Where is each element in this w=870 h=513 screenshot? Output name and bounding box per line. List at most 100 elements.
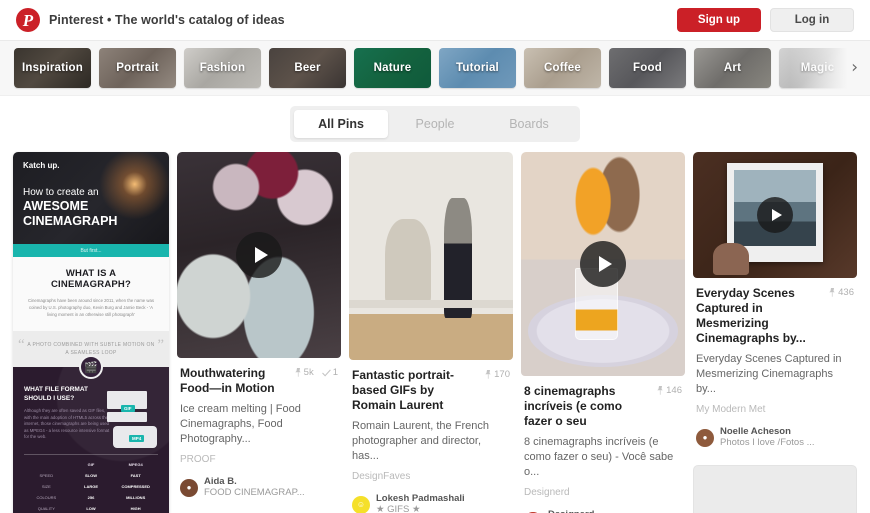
like-check-icon <box>321 369 331 377</box>
tab-all-pins[interactable]: All Pins <box>294 110 388 138</box>
avatar[interactable]: ● <box>696 428 714 447</box>
category-tile-beer[interactable]: Beer <box>269 48 346 88</box>
pin-thumbnail[interactable] <box>349 152 513 360</box>
infographic-hero-line1: How to create an <box>23 187 99 198</box>
user-board[interactable]: FOOD CINEMAGRAP... <box>204 487 305 499</box>
table-cell: LOW <box>86 505 96 511</box>
sign-up-button[interactable]: Sign up <box>677 8 761 32</box>
user-name[interactable]: Noelle Acheson <box>720 426 815 437</box>
pin-source[interactable]: DesignFaves <box>352 471 510 482</box>
pin-card[interactable]: 8 cinemagraphs incríveis (e como fazer o… <box>521 152 685 513</box>
category-tile-inspiration[interactable]: Inspiration <box>14 48 91 88</box>
pin-stats: 5k 1 <box>294 366 338 378</box>
pin-meta: Everyday Scenes Captured in Mesmerizing … <box>693 278 857 455</box>
pin-title[interactable]: 8 cinemagraphs incríveis (e como fazer o… <box>524 384 651 429</box>
portrait-shadow <box>385 218 431 306</box>
film-badge-icon: 🎬 <box>79 355 103 379</box>
play-triangle <box>598 256 612 272</box>
log-in-button[interactable]: Log in <box>770 8 854 32</box>
pin-title-row: Fantastic portrait-based GIFs by Romain … <box>352 368 510 413</box>
pin-thumbnail[interactable] <box>521 152 685 376</box>
pin-title-row: 8 cinemagraphs incríveis (e como fazer o… <box>524 384 682 429</box>
brand[interactable]: P Pinterest • The world's catalog of ide… <box>16 8 285 32</box>
pin-stats: 436 <box>829 286 854 298</box>
pin-source[interactable]: Designerd <box>524 487 682 498</box>
infographic-band-text: But first... <box>80 247 102 254</box>
pin-card-infographic[interactable]: Katch up. How to create an AWESOME CINEM… <box>13 152 169 513</box>
pin-user[interactable]: ● Aida B. FOOD CINEMAGRAP... <box>180 476 338 499</box>
tab-boards[interactable]: Boards <box>482 110 576 138</box>
infographic-hero-line3: CINEMAGRAPH <box>23 214 118 228</box>
pin-meta: Fantastic portrait-based GIFs by Romain … <box>349 360 513 513</box>
category-tile-art[interactable]: Art <box>694 48 771 88</box>
user-name[interactable]: Lokesh Padmashali <box>376 493 465 504</box>
user-name[interactable]: Aida B. <box>204 476 305 487</box>
repin-stat: 5k <box>294 367 314 378</box>
avatar[interactable]: ● <box>180 478 198 497</box>
play-icon[interactable] <box>757 197 793 233</box>
category-tile-nature[interactable]: Nature <box>354 48 431 88</box>
pin-description: Ice cream melting | Food Cinemagraphs, F… <box>180 403 301 445</box>
hand-holding-polaroid <box>712 242 749 276</box>
play-icon[interactable] <box>236 232 282 278</box>
pin-title[interactable]: Mouthwatering Food—in Motion <box>180 366 289 396</box>
table-row: SIZE LARGE COMPRESSED <box>24 481 158 492</box>
table-header-row: GIF MPEG4 <box>24 459 158 470</box>
repin-count: 5k <box>303 367 314 378</box>
category-tile-fashion[interactable]: Fashion <box>184 48 261 88</box>
category-tile-portrait[interactable]: Portrait <box>99 48 176 88</box>
infographic-hero-line2: AWESOME <box>23 199 89 213</box>
table-header-cell <box>24 462 69 467</box>
user-board[interactable]: Photos I love /Fotos ... <box>720 437 815 449</box>
pin-description: 8 cinemagraphs incríveis (e como fazer o… <box>524 436 674 478</box>
pin-user[interactable]: ◉DesignerdFotografia <box>524 509 682 513</box>
avatar[interactable]: ☺ <box>352 495 370 513</box>
user-board[interactable]: ★ GIFS ★ <box>376 504 465 513</box>
infographic-logo: Katch up. <box>23 161 60 170</box>
user-name[interactable]: Designerd <box>548 509 594 513</box>
table-row: SPEED SLOW FAST <box>24 470 158 481</box>
infographic-section-heading: WHAT IS A CINEMAGRAPH? <box>51 268 131 290</box>
table-cell: COMPRESSED <box>121 483 150 489</box>
category-tile-label: Magic <box>800 62 835 74</box>
repin-count: 170 <box>494 369 510 380</box>
pin-thumbnail[interactable] <box>693 152 857 278</box>
pin-source[interactable]: PROOF <box>180 454 338 465</box>
user-lines: Lokesh Padmashali ★ GIFS ★ <box>376 493 465 513</box>
category-tile-coffee[interactable]: Coffee <box>524 48 601 88</box>
play-icon[interactable] <box>580 241 626 287</box>
pin-thumbnail[interactable] <box>177 152 341 358</box>
pin-title[interactable]: Everyday Scenes Captured in Mesmerizing … <box>696 286 823 346</box>
repin-stat: 436 <box>829 287 854 298</box>
category-tile-magic[interactable]: Magic <box>779 48 856 88</box>
pin-card[interactable]: Everyday Scenes Captured in Mesmerizing … <box>693 152 857 455</box>
pin-stats: 170 <box>485 368 510 380</box>
chevron-right-icon[interactable]: › <box>851 59 858 77</box>
repin-icon <box>829 288 835 297</box>
file-format-illustration: GIF MP4 <box>103 381 161 453</box>
infographic-definition-section: WHAT IS A CINEMAGRAPH? Cinemagraphs have… <box>13 257 169 331</box>
pin-description: Everyday Scenes Captured in Mesmerizing … <box>696 353 842 395</box>
category-tile-tutorial[interactable]: Tutorial <box>439 48 516 88</box>
pin-column-5: Everyday Scenes Captured in Mesmerizing … <box>693 152 857 513</box>
tab-people[interactable]: People <box>388 110 482 138</box>
pin-card[interactable]: Mouthwatering Food—in Motion 5k 1 Ice cream… <box>177 152 341 505</box>
category-tile-label: Inspiration <box>22 62 83 74</box>
table-cell: FAST <box>130 472 141 478</box>
pin-column-1: Katch up. How to create an AWESOME CINEM… <box>13 152 169 513</box>
pin-card-placeholder[interactable] <box>693 465 857 513</box>
mp4-tag: MP4 <box>129 435 145 442</box>
pin-card[interactable]: Fantastic portrait-based GIFs by Romain … <box>349 152 513 513</box>
pin-title[interactable]: Fantastic portrait-based GIFs by Romain … <box>352 368 479 413</box>
category-tile-food[interactable]: Food <box>609 48 686 88</box>
pin-user[interactable]: ● Noelle Acheson Photos I love /Fotos ... <box>696 426 854 449</box>
infographic-dark-body: Although they are often saved as GIF fil… <box>24 408 110 439</box>
pin-stats: 146 <box>657 384 682 396</box>
category-tile-label: Coffee <box>544 62 581 74</box>
pin-description: Romain Laurent, the French photographer … <box>352 420 489 462</box>
pin-source[interactable]: My Modern Met <box>696 404 854 415</box>
pin-user[interactable]: ☺ Lokesh Padmashali ★ GIFS ★ <box>352 493 510 513</box>
repin-icon <box>657 386 663 395</box>
pin-meta: Mouthwatering Food—in Motion 5k 1 Ice cream… <box>177 358 341 505</box>
filter-bar: All Pins People Boards <box>0 96 870 152</box>
